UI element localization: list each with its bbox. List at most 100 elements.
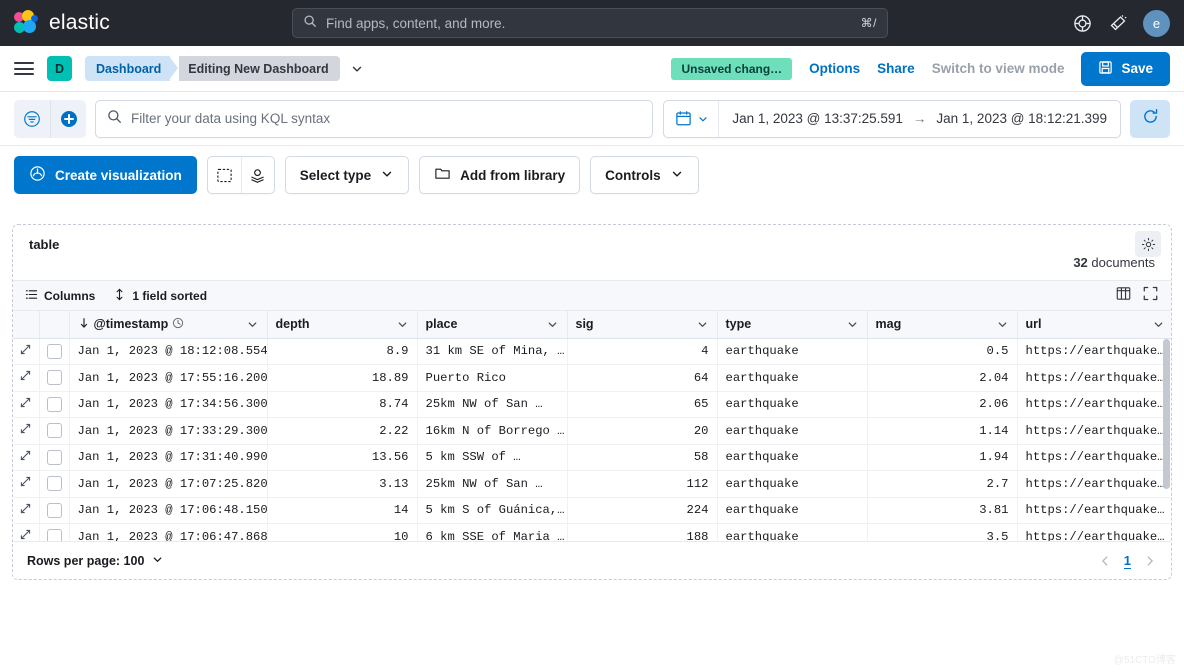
expand-row-button[interactable] <box>13 338 40 365</box>
breadcrumb-item-dashboard[interactable]: Dashboard <box>85 56 179 81</box>
checkbox-icon[interactable] <box>46 423 62 439</box>
chevron-down-icon[interactable] <box>1152 318 1165 331</box>
user-avatar[interactable]: e <box>1143 9 1170 37</box>
fullscreen-icon[interactable] <box>1142 285 1159 307</box>
plus-circle-icon[interactable] <box>50 99 86 138</box>
row-select-checkbox[interactable] <box>39 338 70 365</box>
table-row[interactable]: Jan 1, 2023 @ 17:55:16.200 18.89 Puerto Ri… <box>13 364 1171 392</box>
expand-row-button[interactable] <box>13 364 40 392</box>
expand-arrows-icon <box>19 475 32 488</box>
app-badge-dashboard[interactable]: D <box>47 56 72 81</box>
filter-icon[interactable] <box>14 99 50 138</box>
chevron-left-icon[interactable] <box>1098 554 1112 568</box>
expand-row-button[interactable] <box>13 497 40 524</box>
header-expand-control <box>13 311 40 339</box>
column-header-place[interactable]: place <box>417 311 568 339</box>
table-row[interactable]: Jan 1, 2023 @ 17:07:25.820 3.13 25km NW of… <box>13 470 1171 498</box>
cell-depth: 14 <box>267 497 418 524</box>
megaphone-icon[interactable] <box>1107 12 1129 34</box>
table-row[interactable]: Jan 1, 2023 @ 17:06:48.150 14 5 km S of Gu… <box>13 497 1171 524</box>
grid-vertical-scrollbar[interactable] <box>1163 339 1170 489</box>
column-header-mag[interactable]: mag <box>867 311 1018 339</box>
help-circle-icon[interactable] <box>1071 12 1093 34</box>
row-select-checkbox[interactable] <box>39 444 70 471</box>
checkbox-icon[interactable] <box>46 396 62 412</box>
global-search-input[interactable]: Find apps, content, and more. ⌘/ <box>292 8 888 38</box>
row-select-checkbox[interactable] <box>39 417 70 445</box>
column-header-label: mag <box>875 317 902 332</box>
grid-footer: Rows per page: 100 1 <box>13 541 1171 579</box>
page-number-1[interactable]: 1 <box>1123 553 1131 569</box>
table-row[interactable]: Jan 1, 2023 @ 18:12:08.554 8.9 31 km SE of… <box>13 338 1171 365</box>
checkbox-icon[interactable] <box>46 449 62 465</box>
columns-button[interactable]: Columns <box>25 288 95 304</box>
checkbox-icon[interactable] <box>46 476 62 492</box>
checkbox-icon[interactable] <box>46 529 62 541</box>
share-button[interactable]: Share <box>877 61 915 76</box>
breadcrumb: Dashboard Editing New Dashboard <box>85 56 364 81</box>
sort-fields-button[interactable]: 1 field sorted <box>113 288 207 304</box>
calendar-icon[interactable] <box>664 100 720 137</box>
cell-depth: 10 <box>267 523 418 541</box>
add-from-library-button[interactable]: Add from library <box>419 156 581 194</box>
row-select-checkbox[interactable] <box>39 470 70 498</box>
expand-row-button[interactable] <box>13 444 40 471</box>
expand-row-button[interactable] <box>13 523 40 541</box>
row-select-checkbox[interactable] <box>39 497 70 524</box>
chevron-right-icon[interactable] <box>1143 554 1157 568</box>
column-header-type[interactable]: type <box>717 311 868 339</box>
create-visualization-button[interactable]: Create visualization <box>14 156 197 194</box>
watermark: @51CTO博客 <box>1113 655 1176 666</box>
cell-mag: 1.14 <box>867 417 1018 445</box>
date-range-values[interactable]: Jan 1, 2023 @ 13:37:25.591 → Jan 1, 2023… <box>719 111 1120 126</box>
checkbox-icon[interactable] <box>46 370 62 386</box>
cell-timestamp: Jan 1, 2023 @ 17:06:48.150 <box>69 497 268 524</box>
chevron-down-icon[interactable] <box>846 318 859 331</box>
cell-sig: 65 <box>567 391 718 418</box>
column-header-url[interactable]: url <box>1017 311 1171 339</box>
expand-row-button[interactable] <box>13 417 40 445</box>
text-box-icon[interactable] <box>208 157 241 193</box>
save-button[interactable]: Save <box>1081 51 1170 86</box>
gear-icon[interactable] <box>1135 231 1161 257</box>
density-icon[interactable] <box>1115 285 1132 307</box>
panel-title[interactable]: table <box>29 237 59 252</box>
rows-per-page-selector[interactable]: Rows per page: 100 <box>27 553 164 569</box>
chevron-down-icon[interactable] <box>996 318 1009 331</box>
table-row[interactable]: Jan 1, 2023 @ 17:31:40.990 13.56 5 km SSW … <box>13 444 1171 471</box>
expand-row-button[interactable] <box>13 391 40 418</box>
table-row[interactable]: Jan 1, 2023 @ 17:33:29.300 2.22 16km N of … <box>13 417 1171 445</box>
checkbox-icon[interactable] <box>46 502 62 518</box>
chevron-down-icon[interactable] <box>696 318 709 331</box>
kql-search-input[interactable]: Filter your data using KQL syntax <box>95 99 653 138</box>
date-picker[interactable]: Jan 1, 2023 @ 13:37:25.591 → Jan 1, 2023… <box>663 99 1121 138</box>
column-header-sig[interactable]: sig <box>567 311 718 339</box>
map-marker-icon[interactable] <box>240 157 274 193</box>
column-header-timestamp[interactable]: @timestamp <box>69 311 268 339</box>
hamburger-menu-icon[interactable] <box>14 62 34 75</box>
clock-icon <box>172 317 184 332</box>
expand-row-button[interactable] <box>13 470 40 498</box>
select-type-dropdown[interactable]: Select type <box>284 156 410 194</box>
refresh-button[interactable] <box>1130 99 1170 138</box>
table-row[interactable]: Jan 1, 2023 @ 17:34:56.300 8.74 25km NW of… <box>13 391 1171 418</box>
cell-place: Puerto Rico <box>417 364 568 392</box>
sort-label: 1 field sorted <box>132 288 208 303</box>
cell-timestamp: Jan 1, 2023 @ 17:33:29.300 <box>69 417 268 445</box>
chevron-down-icon[interactable] <box>546 318 559 331</box>
row-select-checkbox[interactable] <box>39 364 70 392</box>
controls-dropdown[interactable]: Controls <box>590 156 699 194</box>
chevron-down-icon[interactable] <box>350 62 364 76</box>
table-row[interactable]: Jan 1, 2023 @ 17:06:47.868 10 6 km SSE of … <box>13 523 1171 541</box>
elastic-brand[interactable]: elastic <box>14 10 110 36</box>
checkbox-icon[interactable] <box>46 343 62 359</box>
chevron-down-icon[interactable] <box>396 318 409 331</box>
breadcrumb-item-editing[interactable]: Editing New Dashboard <box>179 56 340 81</box>
row-select-checkbox[interactable] <box>39 391 70 418</box>
options-button[interactable]: Options <box>809 61 860 76</box>
column-header-depth[interactable]: depth <box>267 311 418 339</box>
row-select-checkbox[interactable] <box>39 523 70 541</box>
switch-to-view-mode-button[interactable]: Switch to view mode <box>932 61 1065 76</box>
chevron-down-icon[interactable] <box>246 318 259 331</box>
cell-mag: 2.06 <box>867 391 1018 418</box>
